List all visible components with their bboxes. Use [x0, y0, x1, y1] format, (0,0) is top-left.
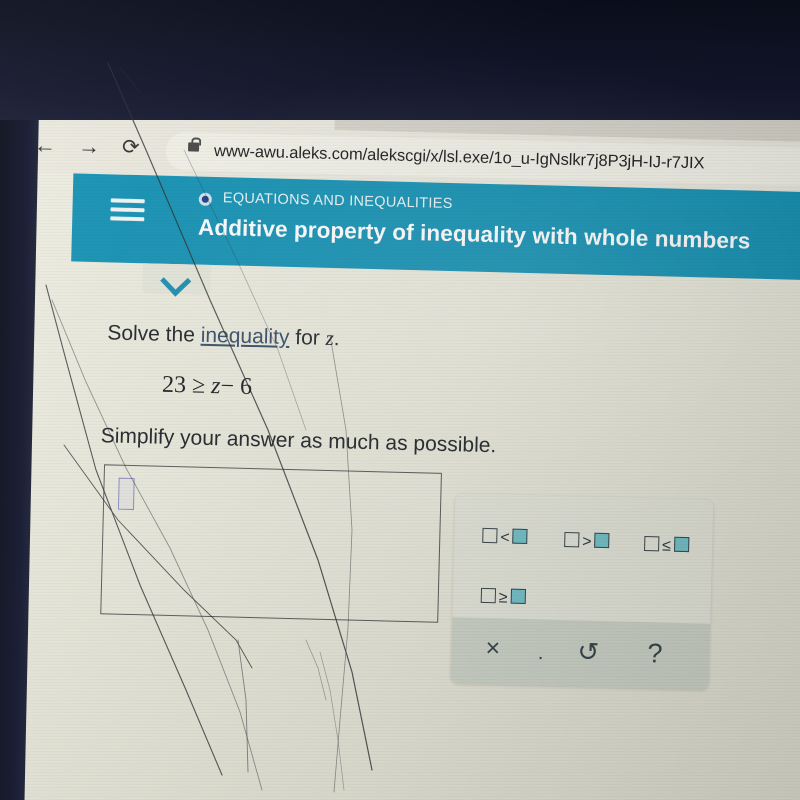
- empty-box-icon: [480, 587, 497, 604]
- reload-icon[interactable]: ⟳: [122, 136, 140, 159]
- keypad-button-less-or-equal[interactable]: ≤: [644, 536, 690, 555]
- lock-icon: [187, 142, 200, 152]
- math-keypad: < > ≤ ≥ × · ↺ ?: [450, 493, 714, 690]
- operator-less-than: <: [500, 529, 510, 547]
- prompt-text-before: Solve the: [107, 321, 202, 347]
- prompt-text-after: for: [289, 325, 326, 350]
- filled-box-icon: [673, 536, 690, 553]
- filled-box-icon: [594, 532, 610, 549]
- operator-greater-or-equal: ≥: [498, 589, 508, 607]
- collapse-header-button[interactable]: [142, 263, 212, 297]
- undo-icon[interactable]: ↺: [577, 636, 600, 667]
- keypad-button-less-than[interactable]: <: [482, 527, 528, 547]
- hamburger-icon[interactable]: [110, 198, 145, 223]
- equation-remainder: − 6: [220, 373, 253, 401]
- answer-input[interactable]: [100, 464, 442, 623]
- clear-icon[interactable]: ×: [485, 634, 500, 662]
- dot-icon[interactable]: ·: [537, 646, 544, 668]
- empty-box-icon: [482, 527, 498, 544]
- keypad-button-greater-than[interactable]: >: [564, 531, 610, 551]
- empty-box-icon: [644, 536, 660, 552]
- empty-box-icon: [564, 531, 580, 548]
- inequality-glossary-link[interactable]: inequality: [200, 324, 289, 349]
- url-text: www-awu.aleks.com/alekscgi/x/lsl.exe/1o_…: [213, 141, 705, 173]
- forward-arrow-icon[interactable]: →: [78, 134, 101, 160]
- device-screen: A ALEKS - John Pough - Learn × + ← → ⟳ w…: [0, 70, 800, 800]
- equation-left: 23: [161, 371, 187, 399]
- operator-less-or-equal: ≤: [661, 537, 672, 555]
- device-bezel-top: [0, 0, 800, 120]
- lesson-title: Additive property of inequality with who…: [197, 214, 751, 254]
- filled-box-icon: [512, 528, 528, 545]
- keypad-button-greater-or-equal[interactable]: ≥: [480, 587, 526, 607]
- equation-operator: ≥: [191, 372, 206, 399]
- keypad-toolbar: × · ↺ ?: [450, 617, 711, 690]
- answer-caret-placeholder: [117, 477, 135, 511]
- chevron-down-icon: [160, 265, 192, 297]
- filled-box-icon: [510, 588, 526, 605]
- topic-label: EQUATIONS AND INEQUALITIES: [222, 190, 453, 213]
- cracked-screen-photo: A ALEKS - John Pough - Learn × + ← → ⟳ w…: [0, 0, 800, 800]
- help-icon[interactable]: ?: [647, 638, 663, 668]
- operator-greater-than: >: [582, 533, 592, 551]
- topic-bullet-icon: [198, 192, 212, 206]
- problem-equation: 23 ≥ z− 6: [162, 372, 253, 401]
- prompt-text-end: .: [333, 327, 340, 351]
